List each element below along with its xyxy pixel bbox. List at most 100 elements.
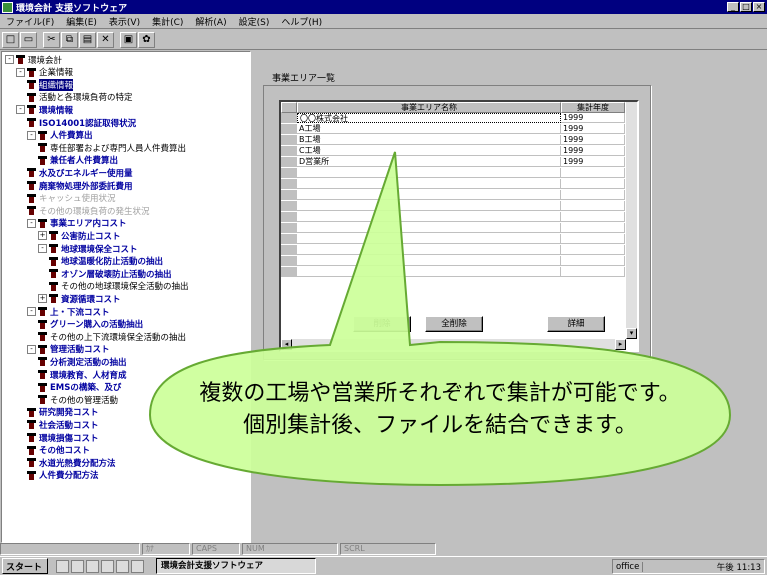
- row-header[interactable]: [281, 135, 297, 145]
- cell-fiscal-year[interactable]: 1999: [561, 135, 625, 145]
- tree-node[interactable]: その他の環境負荷の発生状況: [27, 205, 150, 217]
- table-row[interactable]: [281, 179, 625, 189]
- expand-icon[interactable]: +: [38, 231, 47, 241]
- scroll-right-icon[interactable]: ▸: [615, 339, 626, 350]
- delete-icon[interactable]: ✕: [97, 31, 114, 48]
- horizontal-scrollbar[interactable]: ◂ ▸: [281, 339, 626, 350]
- cell-area-name[interactable]: [297, 179, 561, 189]
- tree-node[interactable]: その他コスト: [27, 445, 90, 456]
- open-folder-icon[interactable]: ▭: [20, 31, 37, 48]
- row-header[interactable]: [281, 157, 297, 167]
- tree-node[interactable]: - 環境情報: [16, 104, 73, 116]
- tree-node[interactable]: + 資源循環コスト: [38, 293, 121, 305]
- cell-fiscal-year[interactable]: [561, 223, 625, 233]
- cell-fiscal-year[interactable]: [561, 234, 625, 244]
- tree-node[interactable]: EMSの構築、及び: [38, 382, 121, 393]
- tree-node[interactable]: 社会活動コスト: [27, 419, 99, 431]
- tree-node[interactable]: 環境損傷コスト: [27, 432, 99, 444]
- cell-area-name[interactable]: [297, 267, 561, 277]
- row-header[interactable]: [281, 245, 297, 255]
- collapse-icon[interactable]: -: [5, 55, 14, 64]
- tree-node[interactable]: キャッシュ使用状況: [27, 193, 116, 204]
- cell-fiscal-year[interactable]: 1999: [561, 157, 625, 167]
- menu-calc[interactable]: 集計(C): [146, 15, 189, 28]
- detail-button[interactable]: 詳細: [547, 316, 605, 332]
- tree-node[interactable]: + 公害防止コスト: [38, 230, 121, 242]
- collapse-icon[interactable]: -: [27, 218, 36, 228]
- tree-node[interactable]: オゾン層破壊防止活動の抽出: [49, 268, 172, 280]
- cell-fiscal-year[interactable]: [561, 267, 625, 277]
- table-row[interactable]: [281, 256, 625, 266]
- table-row[interactable]: [281, 212, 625, 222]
- tree-node[interactable]: - 上・下流コスト: [27, 306, 110, 318]
- table-row[interactable]: [281, 168, 625, 178]
- table-row[interactable]: [281, 245, 625, 255]
- taskbar-app-button[interactable]: 環境会計支援ソフトウェア: [156, 558, 316, 574]
- header-fiscal-year[interactable]: 集計年度: [561, 102, 625, 113]
- cell-area-name[interactable]: [297, 190, 561, 200]
- tree-node[interactable]: 活動と各環境負荷の特定: [27, 92, 133, 103]
- header-area-name[interactable]: 事業エリア名称: [297, 102, 561, 113]
- desktop-icon[interactable]: [56, 559, 69, 573]
- cell-area-name[interactable]: B工場: [297, 135, 561, 145]
- cell-area-name[interactable]: [297, 256, 561, 266]
- row-header[interactable]: [281, 267, 297, 277]
- tree-node[interactable]: 専任部署および専門人員人件費算出: [38, 142, 186, 154]
- row-header[interactable]: [281, 124, 297, 134]
- print-icon[interactable]: ▣: [120, 31, 137, 48]
- delete-all-button[interactable]: 全削除: [425, 316, 483, 332]
- table-row[interactable]: [281, 267, 625, 277]
- tree-node[interactable]: 環境教育、人材育成: [38, 369, 127, 381]
- row-header[interactable]: [281, 223, 297, 233]
- cut-icon[interactable]: ✂: [43, 31, 60, 48]
- tree-node[interactable]: その他の上下流環境保全活動の抽出: [38, 331, 186, 343]
- collapse-icon[interactable]: -: [27, 344, 36, 354]
- collapse-icon[interactable]: -: [27, 130, 36, 140]
- cell-fiscal-year[interactable]: [561, 212, 625, 222]
- table-row[interactable]: [281, 190, 625, 200]
- cell-area-name[interactable]: A工場: [297, 124, 561, 134]
- tree-node[interactable]: - 企業情報: [16, 67, 73, 78]
- row-header[interactable]: [281, 212, 297, 222]
- scroll-down-icon[interactable]: ▾: [626, 328, 637, 339]
- cell-fiscal-year[interactable]: [561, 168, 625, 178]
- row-header[interactable]: [281, 256, 297, 266]
- collapse-icon[interactable]: -: [16, 105, 25, 115]
- tree-node[interactable]: その他の地球環境保全活動の抽出: [49, 281, 189, 292]
- cell-area-name[interactable]: [297, 223, 561, 233]
- cell-area-name[interactable]: 〇〇株式会社: [297, 113, 561, 123]
- vertical-scrollbar[interactable]: ▾: [626, 102, 637, 339]
- cell-area-name[interactable]: [297, 212, 561, 222]
- tree-node[interactable]: 組織情報: [27, 78, 74, 91]
- new-file-icon[interactable]: □: [2, 31, 19, 48]
- table-row[interactable]: C工場 1999: [281, 146, 625, 156]
- row-header[interactable]: [281, 201, 297, 211]
- minimize-button[interactable]: _: [727, 2, 739, 12]
- tree-node[interactable]: - 地球環境保全コスト: [38, 243, 138, 255]
- collapse-icon[interactable]: -: [16, 67, 25, 77]
- row-header[interactable]: [281, 168, 297, 178]
- cell-fiscal-year[interactable]: 1999: [561, 113, 625, 123]
- collapse-icon[interactable]: -: [27, 307, 36, 316]
- menu-file[interactable]: ファイル(F): [0, 15, 60, 28]
- area-table[interactable]: 事業エリア名称 集計年度 〇〇株式会社 1999 A工場 1999 B工場 1999 C工場…: [279, 100, 639, 352]
- close-button[interactable]: ×: [753, 2, 765, 12]
- table-row[interactable]: [281, 223, 625, 233]
- row-header[interactable]: [281, 234, 297, 244]
- table-row[interactable]: [281, 234, 625, 244]
- maximize-button[interactable]: □: [740, 2, 752, 12]
- star-icon[interactable]: [101, 559, 114, 573]
- tree-node[interactable]: - 環境会計: [5, 54, 62, 66]
- cell-fiscal-year[interactable]: [561, 256, 625, 266]
- tree-node[interactable]: 地球温暖化防止活動の抽出: [49, 256, 163, 267]
- table-row[interactable]: 〇〇株式会社 1999: [281, 113, 625, 123]
- cell-fiscal-year[interactable]: [561, 190, 625, 200]
- tree-node[interactable]: - 管理活動コスト: [27, 344, 110, 355]
- menu-edit[interactable]: 編集(E): [60, 15, 103, 28]
- tree-node[interactable]: - 人件費算出: [27, 130, 93, 141]
- clip-icon[interactable]: [131, 559, 144, 573]
- channel-icon[interactable]: [116, 559, 129, 573]
- cell-fiscal-year[interactable]: [561, 245, 625, 255]
- tree-node[interactable]: 人件費分配方法: [27, 470, 99, 481]
- table-row[interactable]: [281, 201, 625, 211]
